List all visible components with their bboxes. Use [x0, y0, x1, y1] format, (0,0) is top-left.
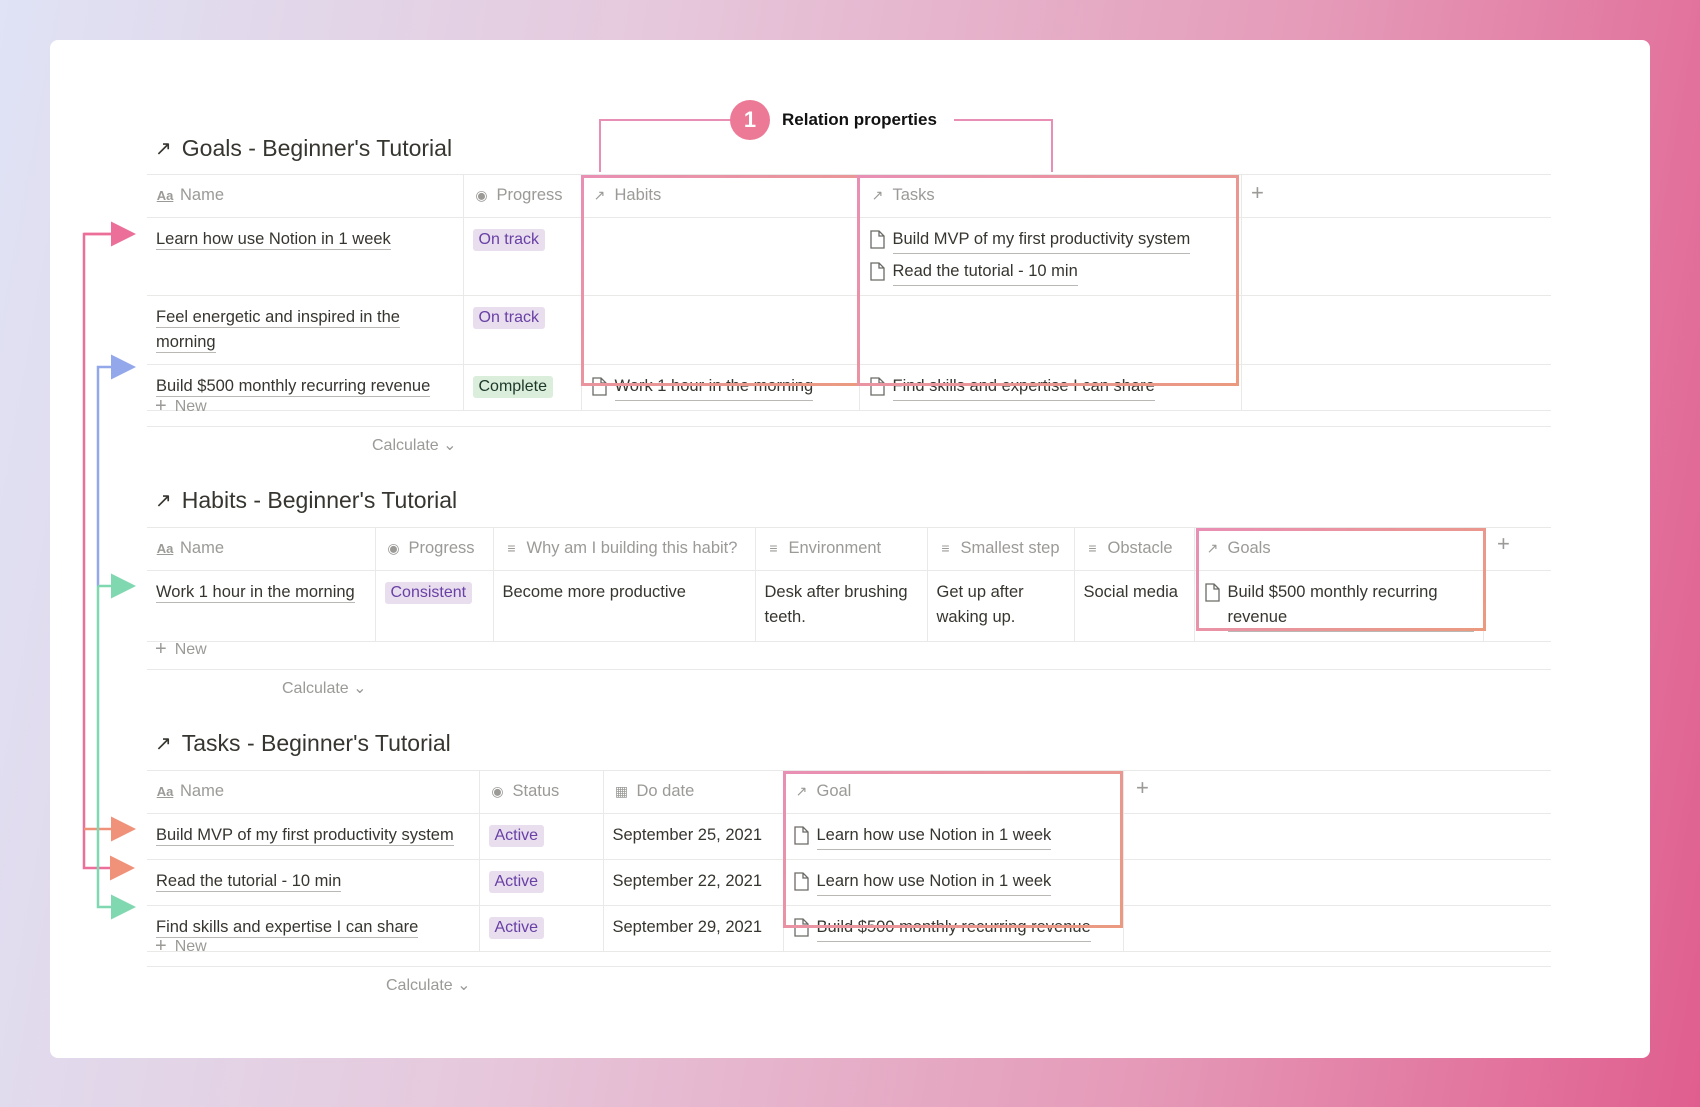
text-lines-icon: ≡ [769, 540, 778, 556]
row-name[interactable]: Build $500 monthly recurring revenue [156, 377, 431, 397]
status-badge[interactable]: Consistent [384, 582, 473, 604]
notion-page-card: 1 Relation properties ↗ Goals - Beginner… [50, 40, 1650, 1058]
text-lines-icon: ≡ [941, 540, 950, 556]
header-environment[interactable]: ≡ Environment [755, 527, 928, 571]
callout-number-badge: 1 [730, 100, 770, 140]
status-badge[interactable]: Complete [472, 376, 553, 398]
status-icon: ◉ [491, 783, 504, 799]
status-badge[interactable]: Active [488, 871, 545, 893]
why-cell[interactable]: Become more productive [493, 570, 756, 642]
new-row-button[interactable]: + New [155, 395, 207, 418]
plus-icon: + [155, 935, 167, 957]
calculate-dropdown[interactable]: Calculate ⌄ [386, 975, 471, 995]
callout-label: Relation properties [782, 110, 937, 129]
header-name[interactable]: Aa Name [147, 527, 376, 571]
relation-properties-callout: 1 Relation properties [730, 100, 937, 140]
do-date-cell[interactable]: September 22, 2021 [603, 859, 784, 906]
chevron-down-icon: ⌄ [443, 437, 457, 454]
header-filler [1483, 527, 1551, 571]
habits-db-title[interactable]: ↗ Habits - Beginner's Tutorial [155, 487, 457, 514]
link-arrow-icon: ↗ [155, 138, 172, 160]
status-icon: ◉ [475, 187, 488, 203]
new-row-button[interactable]: + New [155, 935, 207, 958]
row-name[interactable]: Feel energetic and inspired in the morni… [156, 308, 400, 353]
row-name[interactable]: Work 1 hour in the morning [156, 583, 355, 603]
header-why[interactable]: ≡ Why am I building this habit? [493, 527, 756, 571]
link-arrow-icon: ↗ [155, 733, 172, 755]
tasks-db-title[interactable]: ↗ Tasks - Beginner's Tutorial [155, 730, 451, 757]
text-type-icon: Aa [156, 188, 174, 203]
header-filler [1241, 174, 1551, 218]
header-progress[interactable]: ◉ Progress [463, 174, 582, 218]
divider [147, 426, 1551, 427]
text-type-icon: Aa [156, 784, 174, 799]
environment-cell[interactable]: Desk after brushing teeth. [755, 570, 928, 642]
habits-relation-highlight [581, 175, 860, 386]
status-badge[interactable]: Active [488, 917, 545, 939]
divider [147, 966, 1551, 967]
status-badge[interactable]: Active [488, 825, 545, 847]
goals-relation-highlight [1196, 528, 1486, 631]
divider [147, 669, 1551, 670]
row-name[interactable]: Build MVP of my first productivity syste… [156, 826, 454, 846]
chevron-down-icon: ⌄ [457, 977, 471, 994]
header-progress[interactable]: ◉ Progress [375, 527, 494, 571]
do-date-cell[interactable]: September 25, 2021 [603, 813, 784, 860]
text-lines-icon: ≡ [507, 540, 516, 556]
header-name[interactable]: Aa Name [147, 174, 464, 218]
new-row-button[interactable]: + New [155, 638, 207, 661]
header-filler [1123, 770, 1551, 814]
status-badge[interactable]: On track [472, 229, 545, 251]
smallest-step-cell[interactable]: Get up after waking up. [927, 570, 1075, 642]
header-status[interactable]: ◉ Status [479, 770, 604, 814]
row-name[interactable]: Read the tutorial - 10 min [156, 872, 342, 892]
header-name[interactable]: Aa Name [147, 770, 480, 814]
do-date-cell[interactable]: September 29, 2021 [603, 905, 784, 952]
goals-db-title[interactable]: ↗ Goals - Beginner's Tutorial [155, 135, 452, 162]
status-icon: ◉ [387, 540, 400, 556]
goal-relation-highlight [783, 771, 1123, 928]
calculate-dropdown[interactable]: Calculate ⌄ [282, 678, 367, 698]
add-property-plus-icon[interactable]: + [1251, 180, 1264, 206]
chevron-down-icon: ⌄ [353, 680, 367, 697]
calendar-icon: ▦ [614, 783, 629, 799]
link-arrow-icon: ↗ [155, 490, 172, 512]
plus-icon: + [155, 638, 167, 660]
tasks-relation-highlight [857, 175, 1239, 386]
header-obstacle[interactable]: ≡ Obstacle [1074, 527, 1195, 571]
text-lines-icon: ≡ [1088, 540, 1097, 556]
header-do-date[interactable]: ▦ Do date [603, 770, 784, 814]
status-badge[interactable]: On track [472, 307, 545, 329]
plus-icon: + [155, 395, 167, 417]
row-name[interactable]: Learn how use Notion in 1 week [156, 230, 391, 250]
add-property-plus-icon[interactable]: + [1136, 775, 1149, 801]
obstacle-cell[interactable]: Social media [1074, 570, 1195, 642]
header-smallest-step[interactable]: ≡ Smallest step [927, 527, 1075, 571]
text-type-icon: Aa [156, 541, 174, 556]
calculate-dropdown[interactable]: Calculate ⌄ [372, 435, 457, 455]
add-property-plus-icon[interactable]: + [1497, 531, 1510, 557]
